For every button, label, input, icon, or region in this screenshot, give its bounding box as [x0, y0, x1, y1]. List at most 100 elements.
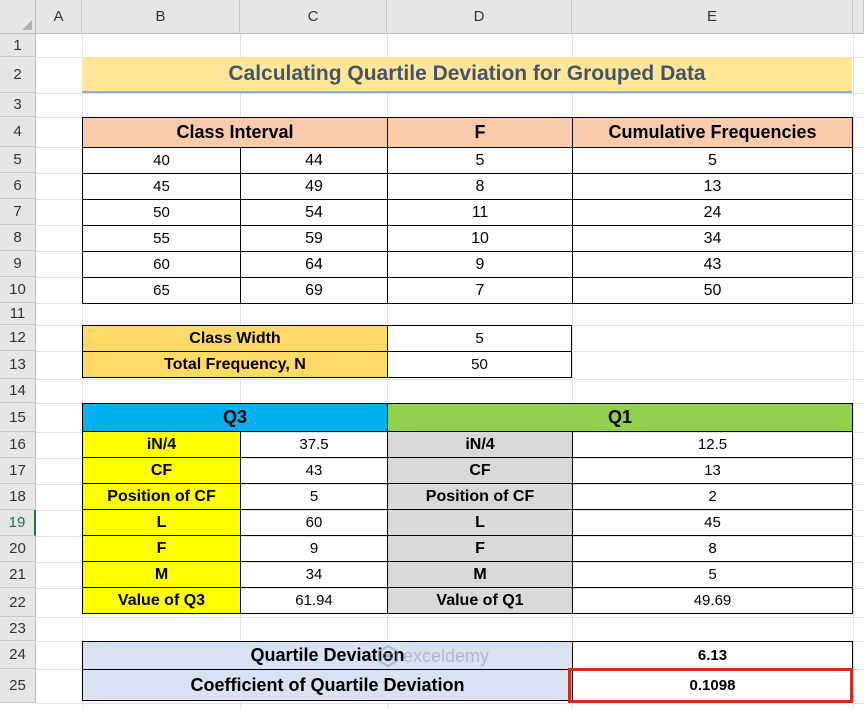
q1-label[interactable]: Position of CF [387, 483, 573, 510]
class-lower-bound[interactable]: 60 [82, 251, 241, 278]
class-lower-bound[interactable]: 40 [82, 147, 241, 174]
row-header-6[interactable]: 6 [0, 173, 36, 199]
class-upper-bound[interactable]: 49 [240, 173, 388, 200]
class-upper-bound[interactable]: 59 [240, 225, 388, 252]
cumulative-frequency-value[interactable]: 34 [572, 225, 853, 252]
q3-value[interactable]: 37.5 [240, 431, 388, 458]
q1-value[interactable]: 45 [572, 509, 853, 536]
column-header-c[interactable]: C [240, 0, 387, 34]
row-header-19[interactable]: 19 [0, 510, 36, 536]
cumulative-frequency-value[interactable]: 24 [572, 199, 853, 226]
q1-label[interactable]: Value of Q1 [387, 587, 573, 614]
row-header-16[interactable]: 16 [0, 432, 36, 458]
q3-label[interactable]: M [82, 561, 241, 588]
class-upper-bound[interactable]: 69 [240, 277, 388, 304]
column-header-blank [853, 0, 864, 34]
q1-value[interactable]: 49.69 [572, 587, 853, 614]
class-upper-bound[interactable]: 64 [240, 251, 388, 278]
cumulative-frequency-value[interactable]: 50 [572, 277, 853, 304]
class-lower-bound[interactable]: 65 [82, 277, 241, 304]
row-header-15[interactable]: 15 [0, 403, 36, 432]
row-header-24[interactable]: 24 [0, 641, 36, 669]
row-header-25[interactable]: 25 [0, 669, 36, 703]
row-header-2[interactable]: 2 [0, 57, 36, 93]
q1-value[interactable]: 5 [572, 561, 853, 588]
q1-value[interactable]: 12.5 [572, 431, 853, 458]
row-header-13[interactable]: 13 [0, 351, 36, 379]
q3-label[interactable]: iN/4 [82, 431, 241, 458]
q3-value[interactable]: 60 [240, 509, 388, 536]
column-header-d[interactable]: D [387, 0, 572, 34]
total-frequency-label[interactable]: Total Frequency, N [82, 351, 388, 378]
frequency-value[interactable]: 11 [387, 199, 573, 226]
q3-value[interactable]: 9 [240, 535, 388, 562]
frequency-value[interactable]: 10 [387, 225, 573, 252]
select-all-corner[interactable] [0, 0, 36, 34]
frequency-value[interactable]: 9 [387, 251, 573, 278]
row-header-7[interactable]: 7 [0, 199, 36, 225]
q3-label[interactable]: L [82, 509, 241, 536]
cumulative-frequency-value[interactable]: 5 [572, 147, 853, 174]
q1-label[interactable]: iN/4 [387, 431, 573, 458]
q1-value[interactable]: 2 [572, 483, 853, 510]
q3-header[interactable]: Q3 [82, 403, 388, 432]
column-header-a[interactable]: A [36, 0, 82, 34]
cumulative-frequency-value[interactable]: 43 [572, 251, 853, 278]
class-upper-bound[interactable]: 44 [240, 147, 388, 174]
row-header-1[interactable]: 1 [0, 34, 36, 57]
q3-value[interactable]: 43 [240, 457, 388, 484]
row-header-21[interactable]: 21 [0, 562, 36, 588]
row-header-20[interactable]: 20 [0, 536, 36, 562]
row-header-9[interactable]: 9 [0, 251, 36, 277]
row-header-3[interactable]: 3 [0, 93, 36, 117]
row-header-23[interactable]: 23 [0, 617, 36, 641]
row-header-5[interactable]: 5 [0, 147, 36, 173]
row-header-12[interactable]: 12 [0, 325, 36, 351]
class-width-label[interactable]: Class Width [82, 325, 388, 352]
class-interval-header[interactable]: Class Interval [82, 117, 388, 148]
q1-label[interactable]: CF [387, 457, 573, 484]
quartile-deviation-value[interactable]: 6.13 [572, 641, 853, 670]
total-frequency-value[interactable]: 50 [387, 351, 572, 378]
row-header-11[interactable]: 11 [0, 303, 36, 325]
q1-value[interactable]: 13 [572, 457, 853, 484]
q1-label[interactable]: L [387, 509, 573, 536]
column-header-e[interactable]: E [572, 0, 853, 34]
gridline-vertical [853, 34, 854, 709]
column-header-b[interactable]: B [82, 0, 240, 34]
row-header-8[interactable]: 8 [0, 225, 36, 251]
class-upper-bound[interactable]: 54 [240, 199, 388, 226]
q3-label[interactable]: CF [82, 457, 241, 484]
q3-value[interactable]: 34 [240, 561, 388, 588]
frequency-value[interactable]: 5 [387, 147, 573, 174]
row-header-18[interactable]: 18 [0, 484, 36, 510]
row-header-22[interactable]: 22 [0, 588, 36, 617]
row-header-4[interactable]: 4 [0, 117, 36, 147]
class-width-value[interactable]: 5 [387, 325, 572, 352]
cumulative-frequency-value[interactable]: 13 [572, 173, 853, 200]
q3-label[interactable]: F [82, 535, 241, 562]
q1-label[interactable]: F [387, 535, 573, 562]
class-lower-bound[interactable]: 50 [82, 199, 241, 226]
row-header-17[interactable]: 17 [0, 458, 36, 484]
watermark: exceldemy [378, 645, 489, 667]
frequency-value[interactable]: 7 [387, 277, 573, 304]
q3-label[interactable]: Value of Q3 [82, 587, 241, 614]
row-header-10[interactable]: 10 [0, 277, 36, 303]
class-lower-bound[interactable]: 45 [82, 173, 241, 200]
q1-header[interactable]: Q1 [387, 403, 853, 432]
coefficient-quartile-deviation-label[interactable]: Coefficient of Quartile Deviation [82, 669, 573, 701]
highlight-box [568, 668, 853, 703]
f-header[interactable]: F [387, 117, 573, 148]
q3-label[interactable]: Position of CF [82, 483, 241, 510]
page-title: Calculating Quartile Deviation for Group… [82, 57, 852, 93]
class-lower-bound[interactable]: 55 [82, 225, 241, 252]
quartile-deviation-label[interactable]: Quartile Deviation [82, 641, 573, 670]
q1-value[interactable]: 8 [572, 535, 853, 562]
frequency-value[interactable]: 8 [387, 173, 573, 200]
q3-value[interactable]: 5 [240, 483, 388, 510]
q3-value[interactable]: 61.94 [240, 587, 388, 614]
row-header-14[interactable]: 14 [0, 379, 36, 403]
q1-label[interactable]: M [387, 561, 573, 588]
cumulative-frequencies-header[interactable]: Cumulative Frequencies [572, 117, 853, 148]
